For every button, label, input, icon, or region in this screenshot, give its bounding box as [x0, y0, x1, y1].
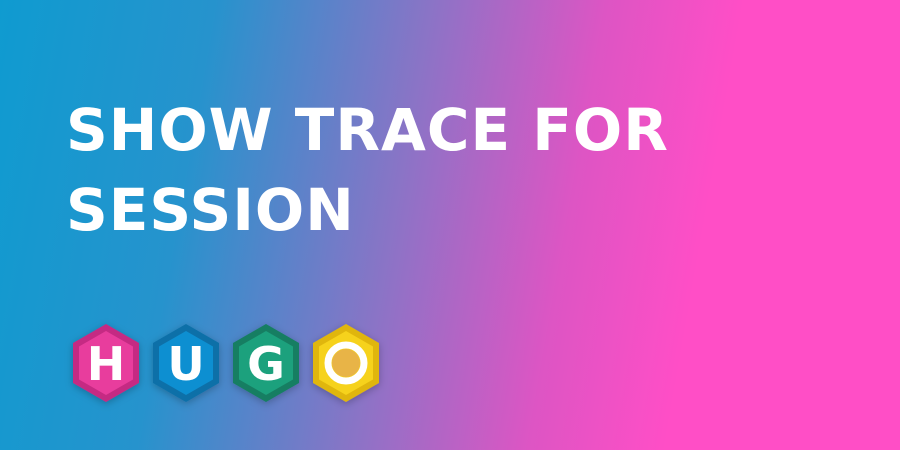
hugo-g-hex: G	[233, 324, 299, 402]
page-title: SHOW TRACE FOR SESSION	[66, 90, 669, 250]
hugo-letter-h: H	[87, 337, 126, 391]
hugo-letter-g: G	[247, 337, 285, 391]
hugo-letter-o-fill	[332, 349, 360, 377]
hugo-u-hex: U	[153, 324, 219, 402]
title-line-1: SHOW TRACE FOR	[66, 96, 669, 164]
banner-card: SHOW TRACE FOR SESSION H U G	[0, 0, 900, 450]
title-line-2: SESSION	[66, 176, 355, 244]
hugo-h-hex: H	[73, 324, 139, 402]
hugo-logo: H U G O	[66, 320, 388, 406]
hugo-letter-u: U	[167, 337, 204, 391]
hugo-logo-graphic: H U G O	[73, 324, 379, 402]
hugo-o-hex: O	[313, 324, 379, 402]
